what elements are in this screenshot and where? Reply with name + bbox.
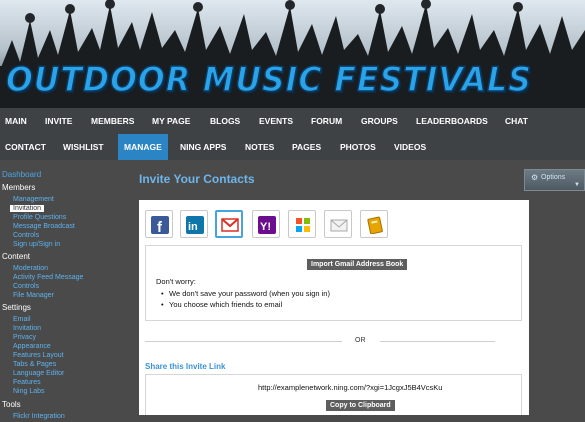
nav-item-members[interactable]: MEMBERS [91, 108, 134, 134]
windows-live-icon [294, 216, 312, 234]
sidebar-item-moderation[interactable]: Moderation [13, 265, 48, 272]
privacy-note-choose: You choose which friends to email [161, 300, 282, 309]
import-section: Import Gmail Address Book Don't worry: W… [145, 245, 522, 321]
nav-item-events[interactable]: EVENTS [259, 108, 293, 134]
invite-link-url[interactable]: http://examplenetwork.ning.com/?xgi=1Jcg… [258, 383, 442, 392]
nav-item-ning-apps[interactable]: NING APPS [180, 134, 226, 160]
sidebar-item-invitation-settings[interactable]: Invitation [13, 325, 41, 332]
sidebar-item-content-controls[interactable]: Controls [13, 283, 39, 290]
sidebar-item-invitation[interactable]: Invitation [10, 205, 45, 212]
nav-item-groups[interactable]: GROUPS [361, 108, 398, 134]
sidebar-item-flickr-integration[interactable]: Flickr Integration [13, 413, 65, 420]
address-book-icon [366, 216, 384, 235]
svg-text:f: f [157, 219, 163, 234]
sidebar-item-member-controls[interactable]: Controls [13, 232, 39, 239]
sidebar-item-language-editor[interactable]: Language Editor [13, 370, 64, 377]
sidebar-item-ning-labs[interactable]: Ning Labs [13, 388, 45, 395]
email-button[interactable] [324, 210, 352, 238]
linkedin-icon: in [186, 216, 204, 234]
nav-item-manage[interactable]: MANAGE [118, 134, 168, 160]
options-label: Options [541, 174, 566, 181]
nav-item-my-page[interactable]: MY PAGE [152, 108, 190, 134]
windows-live-button[interactable] [288, 210, 316, 238]
sidebar-item-privacy[interactable]: Privacy [13, 334, 36, 341]
nav-row-1: MAIN INVITE MEMBERS MY PAGE BLOGS EVENTS… [0, 108, 585, 134]
sidebar-item-features[interactable]: Features [13, 379, 41, 386]
privacy-note-password: We don't save your password (when you si… [161, 289, 330, 298]
facebook-icon: f [151, 216, 169, 236]
facebook-button[interactable]: f [145, 210, 173, 238]
sidebar-item-signup-signin[interactable]: Sign up/Sign in [13, 241, 60, 248]
dont-worry-label: Don't worry: [156, 277, 196, 286]
sidebar-item-profile-questions[interactable]: Profile Questions [13, 214, 66, 221]
nav-item-main[interactable]: MAIN [5, 108, 27, 134]
nav-item-invite[interactable]: INVITE [45, 108, 72, 134]
sidebar-item-management[interactable]: Management [13, 196, 54, 203]
site-banner: OUTDOOR MUSIC FESTIVALS [0, 0, 585, 108]
invite-panel: f in Y! Import Gmail Address Book Don't … [139, 200, 529, 415]
main-navigation: MAIN INVITE MEMBERS MY PAGE BLOGS EVENTS… [0, 108, 585, 160]
chevron-down-icon: ▼ [574, 182, 580, 188]
sidebar-item-file-manager[interactable]: File Manager [13, 292, 54, 299]
divider-right [380, 341, 495, 342]
email-icon [330, 216, 348, 234]
nav-item-wishlist[interactable]: WISHLIST [63, 134, 104, 160]
divider-left [145, 341, 342, 342]
sidebar-heading-content: Content [2, 252, 31, 261]
site-logo[interactable]: OUTDOOR MUSIC FESTIVALS [5, 59, 532, 101]
sidebar-item-email[interactable]: Email [13, 316, 31, 323]
page-title: Invite Your Contacts [139, 172, 255, 186]
options-button[interactable]: ⚙ Options ▼ [524, 169, 585, 191]
nav-item-forum[interactable]: FORUM [311, 108, 342, 134]
sidebar-heading-members: Members [2, 183, 36, 192]
gmail-button[interactable] [215, 210, 243, 238]
copy-to-clipboard-button[interactable]: Copy to Clipboard [326, 400, 395, 411]
nav-row-2: CONTACT WISHLIST MANAGE NING APPS NOTES … [0, 134, 585, 160]
nav-item-photos[interactable]: PHOTOS [340, 134, 376, 160]
sidebar-dashboard-link[interactable]: Dashboard [2, 170, 41, 179]
svg-text:in: in [188, 221, 198, 233]
sidebar-item-features-layout[interactable]: Features Layout [13, 352, 64, 359]
share-link-section: http://examplenetwork.ning.com/?xgi=1Jcg… [145, 374, 522, 415]
sidebar-heading-tools: Tools [2, 400, 21, 409]
nav-item-blogs[interactable]: BLOGS [210, 108, 240, 134]
sidebar-item-activity-feed-message[interactable]: Activity Feed Message [13, 274, 83, 281]
nav-item-pages[interactable]: PAGES [292, 134, 321, 160]
yahoo-button[interactable]: Y! [252, 210, 280, 238]
import-gmail-button[interactable]: Import Gmail Address Book [307, 259, 408, 270]
nav-item-chat[interactable]: CHAT [505, 108, 528, 134]
nav-item-videos[interactable]: VIDEOS [394, 134, 426, 160]
sidebar-item-message-broadcast[interactable]: Message Broadcast [13, 223, 75, 230]
nav-item-leaderboards[interactable]: LEADERBOARDS [416, 108, 488, 134]
nav-item-notes[interactable]: NOTES [245, 134, 274, 160]
nav-item-contact[interactable]: CONTACT [5, 134, 46, 160]
sidebar-heading-settings: Settings [2, 303, 31, 312]
yahoo-icon: Y! [258, 216, 276, 234]
gear-icon: ⚙ [531, 173, 539, 182]
gmail-icon [221, 216, 239, 234]
address-book-button[interactable] [360, 210, 388, 238]
svg-text:Y!: Y! [260, 221, 271, 233]
sidebar-item-appearance[interactable]: Appearance [13, 343, 51, 350]
share-link-title: Share this Invite Link [145, 362, 226, 371]
linkedin-button[interactable]: in [180, 210, 208, 238]
sidebar-item-tabs-pages[interactable]: Tabs & Pages [13, 361, 56, 368]
or-separator: OR [355, 337, 366, 344]
